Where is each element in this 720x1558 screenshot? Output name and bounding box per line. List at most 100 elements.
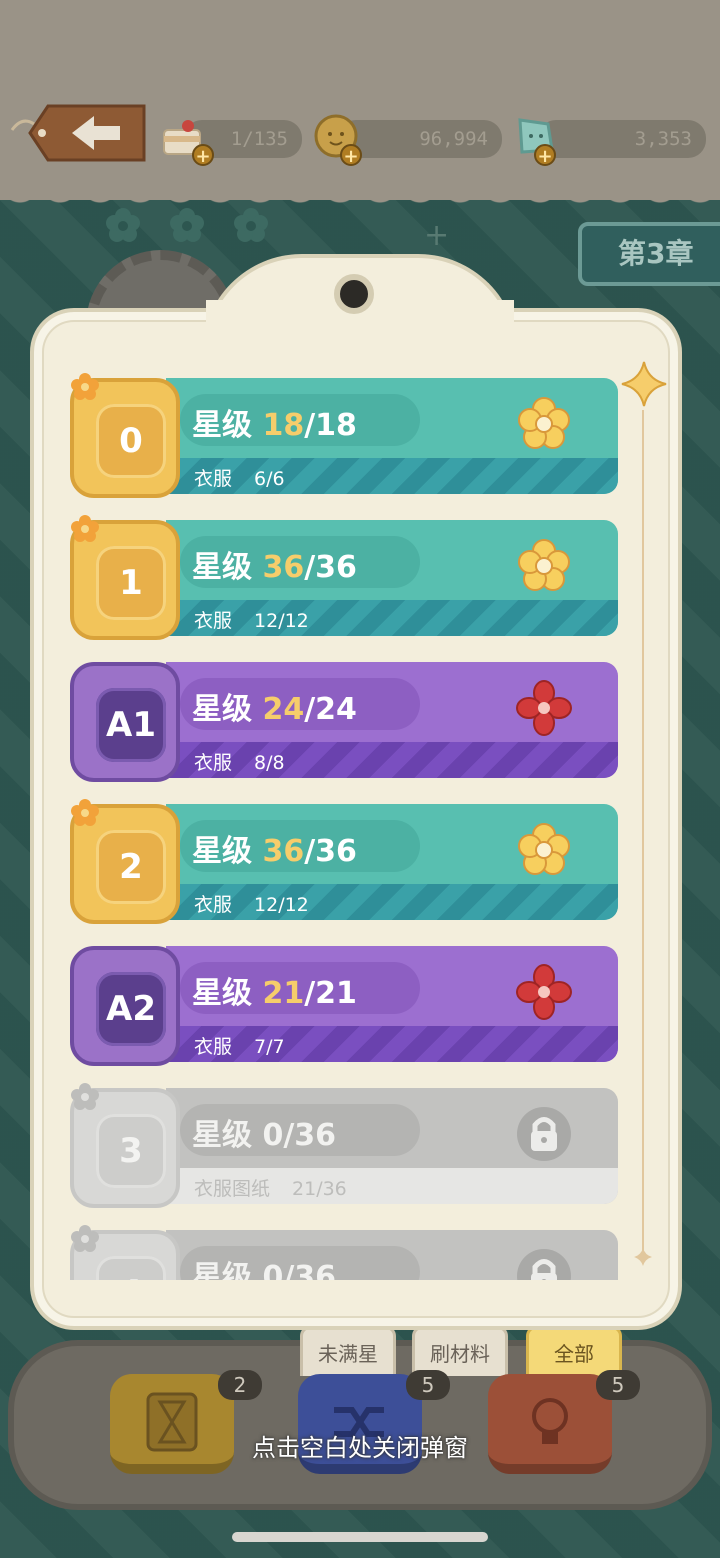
stars-total: /18 [304, 408, 357, 443]
clothes-text: 衣服 8/8 [194, 748, 285, 775]
add-gems-button[interactable]: + [534, 144, 556, 167]
hanging-hole [334, 274, 374, 314]
yellow-flower-icon [518, 539, 570, 591]
level-row-2[interactable]: 2 星级 36/36 衣服 12/12 [70, 799, 618, 926]
badge-flower-icon [71, 515, 99, 542]
close-popup-hint[interactable]: 点击空白处关闭弹窗 [0, 1428, 720, 1463]
stars-text: 星级 21/21 [192, 968, 357, 1012]
stars-current: 21 [262, 976, 305, 1011]
stars-current: 18 [262, 408, 305, 443]
lock-icon [517, 1249, 571, 1280]
clothes-text: 衣服 7/7 [194, 1032, 285, 1059]
coin-count: 96,994 [419, 128, 488, 150]
level-row-a1[interactable]: A1 星级 24/24 衣服 8/8 [70, 662, 618, 784]
stars-label: 星级 [192, 834, 252, 869]
red-flower-icon [516, 964, 572, 1020]
clothes-text: 衣服 12/12 [194, 606, 309, 633]
level-list[interactable]: 0 星级 18/18 衣服 6/6 1 星级 36/36 衣服 12/12 A1 星… [40, 362, 660, 1280]
chapter-label[interactable]: 第3章 [578, 222, 720, 286]
flower-decoration-icon [170, 208, 204, 242]
badge-flower-icon [71, 373, 99, 400]
flower-decoration-icon [234, 208, 268, 242]
clothes-value: 21/36 [292, 1178, 347, 1200]
shuffle-count-badge: 5 [406, 1370, 450, 1400]
level-badge: A2 [70, 946, 180, 1066]
level-badge: 2 [70, 799, 180, 924]
level-row-4-locked[interactable]: 4 星级 0/36 [70, 1225, 618, 1280]
stars-label: 星级 [192, 1118, 252, 1153]
level-number: A1 [96, 688, 166, 762]
stars-label: 星级 [192, 692, 252, 727]
stars-current: 36 [262, 550, 305, 585]
filter-tab-all[interactable]: 全部 [526, 1326, 622, 1376]
level-badge: A1 [70, 662, 180, 782]
stars-total: /24 [304, 692, 357, 727]
clothes-value: 6/6 [254, 468, 285, 490]
stars-text: 星级 0/36 [192, 1252, 336, 1280]
badge-flower-icon [71, 799, 99, 826]
stars-text: 星级 18/18 [192, 400, 357, 444]
yellow-flower-icon [518, 397, 570, 449]
level-row-a2[interactable]: A2 星级 21/21 衣服 7/7 [70, 946, 618, 1068]
stars-total: /36 [283, 1118, 337, 1153]
home-indicator[interactable] [232, 1532, 488, 1542]
stars-label: 星级 [192, 976, 252, 1011]
stars-text: 星级 0/36 [192, 1110, 336, 1154]
clothes-value: 12/12 [254, 610, 309, 632]
level-badge: 3 [70, 1083, 180, 1208]
level-number: 0 [96, 404, 166, 478]
clothes-label: 衣服 [194, 610, 233, 632]
level-number: 2 [96, 830, 166, 904]
level-number: 1 [96, 546, 166, 620]
add-coins-button[interactable]: + [340, 144, 362, 167]
stars-current: 0 [262, 1118, 284, 1153]
level-number: 3 [96, 1114, 166, 1188]
stars-total: /21 [304, 976, 357, 1011]
hint-count-badge: 5 [596, 1370, 640, 1400]
clothes-label: 衣服 [194, 1036, 233, 1058]
filter-tab-not-full-stars[interactable]: 未满星 [300, 1326, 396, 1376]
stars-current: 0 [262, 1260, 284, 1280]
level-number: A2 [96, 972, 166, 1046]
stars-total: /36 [304, 550, 357, 585]
gem-counter: 3,353 [538, 120, 706, 158]
yellow-flower-icon [518, 823, 570, 875]
stars-text: 星级 36/36 [192, 542, 357, 586]
level-badge: 0 [70, 373, 180, 498]
clothes-label: 衣服图纸 [194, 1178, 271, 1200]
clothes-label: 衣服 [194, 752, 233, 774]
filter-tab-farm-materials[interactable]: 刷材料 [412, 1326, 508, 1376]
stars-label: 星级 [192, 408, 252, 443]
coin-counter: 96,994 [338, 120, 502, 158]
back-button[interactable] [8, 100, 148, 166]
level-row-1[interactable]: 1 星级 36/36 衣服 12/12 [70, 515, 618, 642]
stars-total: /36 [304, 834, 357, 869]
stars-text: 星级 36/36 [192, 826, 357, 870]
add-cake-button[interactable]: + [192, 144, 214, 167]
stars-text: 星级 24/24 [192, 684, 357, 728]
lock-icon [517, 1107, 571, 1161]
level-row-0[interactable]: 0 星级 18/18 衣服 6/6 [70, 373, 618, 500]
stars-label: 星级 [192, 550, 252, 585]
clothes-label: 衣服 [194, 468, 233, 490]
clothes-value: 12/12 [254, 894, 309, 916]
clothes-value: 8/8 [254, 752, 285, 774]
red-flower-icon [516, 680, 572, 736]
stars-current: 36 [262, 834, 305, 869]
clothes-text: 衣服图纸 21/36 [194, 1174, 347, 1201]
clothes-text: 衣服 12/12 [194, 890, 309, 917]
clothes-text: 衣服 6/6 [194, 464, 285, 491]
badge-flower-icon [71, 1083, 99, 1110]
hourglass-count-badge: 2 [218, 1370, 262, 1400]
badge-flower-icon [71, 1225, 99, 1252]
flower-decoration-icon [106, 208, 140, 242]
level-badge: 4 [70, 1225, 180, 1280]
level-row-3-locked[interactable]: 3 星级 0/36 衣服图纸 21/36 [70, 1083, 618, 1210]
cake-count: 1/135 [230, 128, 288, 150]
stars-current: 24 [262, 692, 305, 727]
plus-decoration-icon: + [424, 218, 450, 253]
clothes-value: 7/7 [254, 1036, 285, 1058]
level-badge: 1 [70, 515, 180, 640]
gem-count: 3,353 [634, 128, 692, 150]
stars-label: 星级 [192, 1260, 252, 1280]
